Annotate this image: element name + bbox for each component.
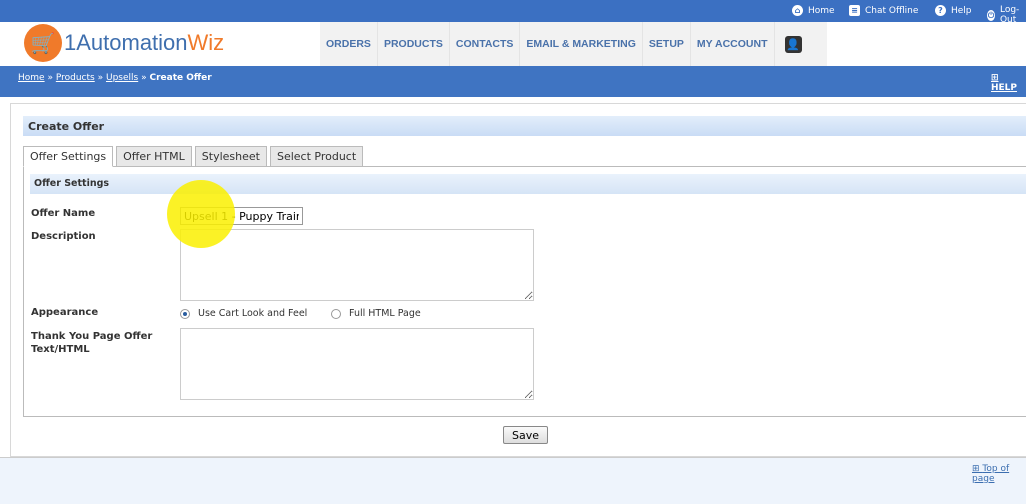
breadcrumb-home[interactable]: Home <box>18 73 45 83</box>
help-icon: ? <box>935 5 946 16</box>
offer-name-label: Offer Name <box>31 208 96 219</box>
logo-suffix: Wiz <box>187 30 225 55</box>
tab-select-product[interactable]: Select Product <box>269 146 364 167</box>
main-nav: ORDERS PRODUCTS CONTACTS EMAIL & MARKETI… <box>320 22 827 66</box>
top-of-page-label: Top of page <box>972 464 1010 484</box>
thankyou-textarea[interactable] <box>180 328 534 400</box>
breadcrumb-sep: » <box>141 73 147 83</box>
radio-label: Full HTML Page <box>349 308 421 319</box>
breadcrumb-sep: » <box>97 73 104 83</box>
appearance-label: Appearance <box>31 307 99 318</box>
nav-products[interactable]: PRODUCTS <box>378 22 450 66</box>
footer: ⊞ Top of page <box>0 457 1026 504</box>
breadcrumb-current: Create Offer <box>149 73 212 83</box>
tab-stylesheet[interactable]: Stylesheet <box>194 146 267 167</box>
description-textarea[interactable] <box>180 229 534 301</box>
logo[interactable]: 🛒 1AutomationWiz <box>24 24 224 62</box>
top-utility-bar: ⌂ Home ≡ Chat Offline ? Help ⏻ Log-Out <box>0 0 1026 25</box>
radio-full-html[interactable]: Full HTML Page <box>331 308 421 319</box>
radio-label: Use Cart Look and Feel <box>198 308 308 319</box>
nav-email-marketing[interactable]: EMAIL & MARKETING <box>520 22 643 66</box>
save-button[interactable]: Save <box>503 426 548 444</box>
top-of-page-link[interactable]: ⊞ Top of page <box>972 464 1026 484</box>
nav-setup[interactable]: SETUP <box>643 22 691 66</box>
breadcrumb-bar: Home » Products » Upsells » Create Offer… <box>0 66 1026 97</box>
nav-contacts[interactable]: CONTACTS <box>450 22 521 66</box>
home-icon: ⌂ <box>792 5 803 16</box>
nav-my-account[interactable]: MY ACCOUNT <box>691 22 775 66</box>
radio-checked[interactable] <box>180 308 190 319</box>
logo-text: 1AutomationWiz <box>64 30 224 56</box>
breadcrumb: Home » Products » Upsells » Create Offer <box>18 73 212 83</box>
description-label: Description <box>31 231 96 242</box>
radio-cart-look[interactable]: Use Cart Look and Feel <box>180 308 307 319</box>
radio-unchecked[interactable] <box>331 308 341 319</box>
section-header: Offer Settings <box>30 174 1026 194</box>
tab-offer-settings[interactable]: Offer Settings <box>23 146 114 167</box>
power-icon: ⏻ <box>987 9 995 21</box>
chat-link[interactable]: ≡ Chat Offline <box>849 5 918 16</box>
home-link[interactable]: ⌂ Home <box>792 5 835 16</box>
user-icon[interactable]: 👤 <box>784 35 802 53</box>
help-link[interactable]: ? Help <box>935 5 972 16</box>
logo-prefix: 1Automation <box>64 30 188 55</box>
offer-name-input[interactable] <box>180 207 303 225</box>
help-toggle-label: HELP <box>991 83 1018 93</box>
nav-orders[interactable]: ORDERS <box>320 22 378 66</box>
help-toggle[interactable]: ⊞ HELP <box>991 73 1026 93</box>
tab-offer-html[interactable]: Offer HTML <box>116 146 192 167</box>
tab-bar: Offer Settings Offer HTML Stylesheet Sel… <box>23 146 364 167</box>
breadcrumb-sep: » <box>47 73 53 83</box>
breadcrumb-products[interactable]: Products <box>56 73 95 83</box>
breadcrumb-upsells[interactable]: Upsells <box>106 73 138 83</box>
thankyou-label: Thank You Page Offer Text/HTML <box>31 331 153 355</box>
cart-logo-icon: 🛒 <box>24 24 62 62</box>
help-label: Help <box>951 5 972 16</box>
chat-label: Chat Offline <box>865 5 919 16</box>
chat-icon: ≡ <box>849 5 860 16</box>
page-title: Create Offer <box>23 116 1026 136</box>
header: 🛒 1AutomationWiz ORDERS PRODUCTS CONTACT… <box>0 22 1026 66</box>
home-label: Home <box>808 5 835 16</box>
